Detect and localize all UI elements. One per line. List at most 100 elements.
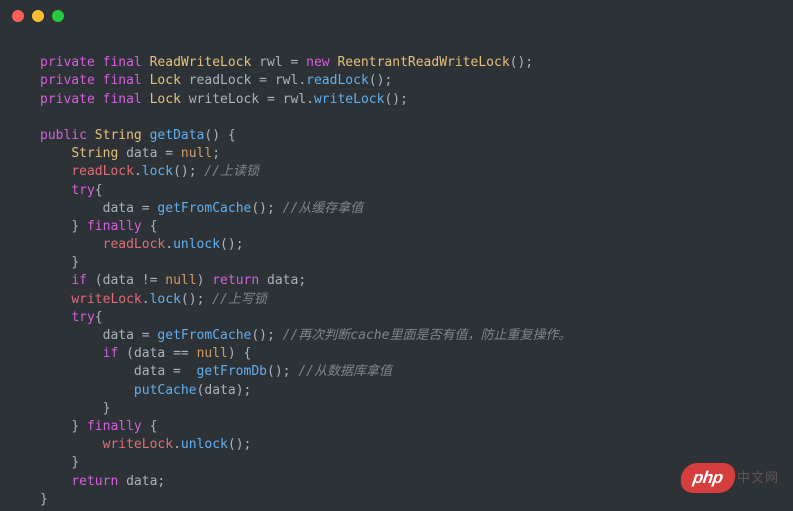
punct: { (95, 310, 103, 325)
type: Lock (150, 92, 181, 107)
identifier: rwl (275, 73, 298, 88)
type: String (71, 146, 118, 161)
punct: ) (236, 437, 244, 452)
punct: ; (236, 237, 244, 252)
punct: ) (189, 292, 197, 307)
punct: ) (236, 383, 244, 398)
comment: //上读锁 (204, 164, 259, 179)
method: getFromDb (197, 364, 267, 379)
identifier: rwl (259, 55, 282, 70)
punct: } (71, 419, 79, 434)
keyword: finally (87, 419, 142, 434)
punct: ) (392, 92, 400, 107)
punct: } (71, 255, 79, 270)
punct: ; (384, 73, 392, 88)
keyword: private (40, 92, 95, 107)
punct: ; (197, 292, 205, 307)
punct: } (71, 455, 79, 470)
keyword: try (71, 183, 94, 198)
punct: } (40, 492, 48, 507)
zoom-icon[interactable] (52, 10, 64, 22)
type: Lock (150, 73, 181, 88)
punct: ( (228, 437, 236, 452)
punct: } (103, 401, 111, 416)
punct: ; (267, 328, 275, 343)
method: writeLock (314, 92, 384, 107)
operator: = (165, 364, 188, 379)
punct: { (150, 219, 158, 234)
identifier: readLock (189, 73, 252, 88)
punct: ( (267, 364, 275, 379)
comment: //上写锁 (212, 292, 267, 307)
watermark: php 中文网 (681, 463, 779, 493)
punct: . (306, 92, 314, 107)
identifier: data (126, 146, 157, 161)
operator: = (134, 328, 157, 343)
identifier: data (103, 328, 134, 343)
punct: ; (525, 55, 533, 70)
identifier: data (103, 273, 134, 288)
punct: ) (212, 128, 220, 143)
punct: . (298, 73, 306, 88)
operator: = (259, 92, 282, 107)
punct: ( (251, 201, 259, 216)
watermark-badge: php (679, 463, 737, 493)
identifier: data (204, 383, 235, 398)
punct: ) (228, 237, 236, 252)
literal: null (181, 146, 212, 161)
punct: ; (400, 92, 408, 107)
type: ReentrantReadWriteLock (337, 55, 509, 70)
identifier: readLock (103, 237, 166, 252)
comment: //从缓存拿值 (283, 201, 364, 216)
punct: { (95, 183, 103, 198)
method: unlock (173, 237, 220, 252)
method: getFromCache (157, 328, 251, 343)
keyword: if (103, 346, 119, 361)
keyword: return (212, 273, 259, 288)
identifier: data (126, 474, 157, 489)
operator: != (134, 273, 165, 288)
method: lock (142, 164, 173, 179)
punct: ; (212, 146, 220, 161)
identifier: data (103, 201, 134, 216)
identifier: writeLock (189, 92, 259, 107)
punct: { (228, 128, 236, 143)
operator: == (165, 346, 196, 361)
punct: } (71, 219, 79, 234)
close-icon[interactable] (12, 10, 24, 22)
minimize-icon[interactable] (32, 10, 44, 22)
keyword: new (306, 55, 329, 70)
punct: ( (369, 73, 377, 88)
method-name: getData (150, 128, 205, 143)
punct: ) (197, 273, 205, 288)
punct: ( (173, 164, 181, 179)
punct: ) (275, 364, 283, 379)
identifier: data (134, 364, 165, 379)
keyword: if (71, 273, 87, 288)
identifier: writeLock (103, 437, 173, 452)
operator: = (283, 55, 306, 70)
punct: ( (251, 328, 259, 343)
identifier: rwl (283, 92, 306, 107)
code-editor: private final ReadWriteLock rwl = new Re… (0, 32, 793, 509)
method: putCache (134, 383, 197, 398)
keyword: final (103, 92, 142, 107)
punct: . (173, 437, 181, 452)
punct: { (150, 419, 158, 434)
method: lock (150, 292, 181, 307)
punct: ( (181, 292, 189, 307)
identifier: readLock (71, 164, 134, 179)
keyword: final (103, 55, 142, 70)
type: String (95, 128, 142, 143)
punct: ) (228, 346, 236, 361)
punct: ( (126, 346, 134, 361)
operator: = (251, 73, 274, 88)
punct: { (244, 346, 252, 361)
punct: ) (259, 201, 267, 216)
keyword: finally (87, 219, 142, 234)
comment: //从数据库拿值 (298, 364, 392, 379)
punct: ; (298, 273, 306, 288)
punct: ; (244, 437, 252, 452)
identifier: writeLock (71, 292, 141, 307)
punct: ; (244, 383, 252, 398)
